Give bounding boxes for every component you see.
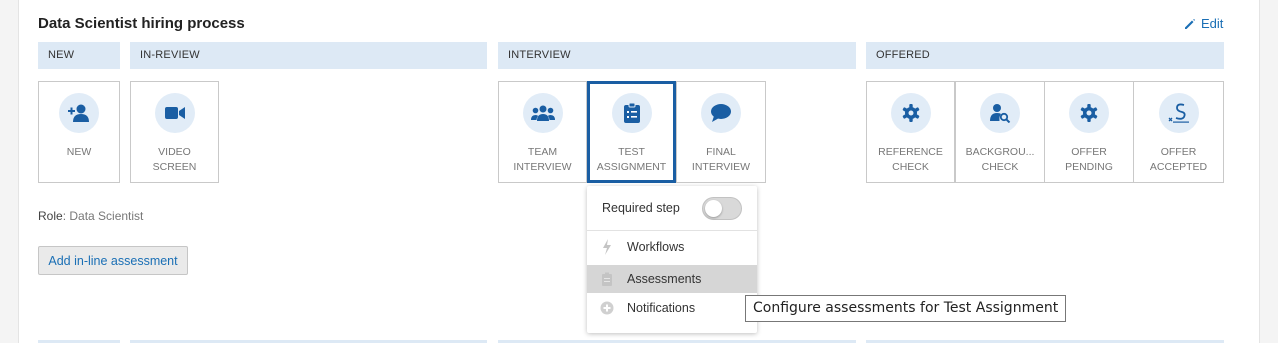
step-label: FINAL INTERVIEW: [691, 146, 751, 173]
menu-item-label: Notifications: [627, 301, 696, 315]
step-card-reference-check[interactable]: REFERENCE CHECK: [866, 81, 955, 183]
step-label: BACKGROU... CHECK: [965, 146, 1035, 173]
step-options-menu: Required step Workflows Assessments Noti…: [587, 186, 757, 333]
toggle-knob: [705, 200, 722, 217]
stage-header-offered: OFFERED: [866, 42, 1224, 69]
step-card-video-screen[interactable]: VIDEO SCREEN: [130, 81, 219, 183]
team-icon: [522, 93, 563, 133]
role-label: Role: [38, 209, 63, 223]
step-label: OFFER ACCEPTED: [1149, 146, 1208, 173]
step-card-background-check[interactable]: BACKGROU... CHECK: [955, 81, 1045, 183]
step-card-new[interactable]: NEW: [38, 81, 120, 183]
stage-header-new: NEW: [38, 42, 120, 69]
stage-header-in-review: IN-REVIEW: [130, 42, 487, 69]
stage-header-interview: INTERVIEW: [498, 42, 856, 69]
step-label: TEST ASSIGNMENT: [596, 146, 667, 173]
required-step-label: Required step: [602, 201, 680, 215]
gear-icon: [1069, 93, 1109, 133]
step-label: NEW: [66, 146, 92, 158]
menu-item-label: Workflows: [627, 240, 685, 254]
step-card-test-assignment[interactable]: TEST ASSIGNMENT: [587, 81, 676, 183]
menu-item-label: Assessments: [627, 272, 702, 286]
add-inline-assessment-button[interactable]: Add in-line assessment: [38, 246, 188, 275]
step-card-offer-pending[interactable]: OFFER PENDING: [1044, 81, 1134, 183]
signature-icon: [1158, 93, 1199, 133]
step-card-final-interview[interactable]: FINAL INTERVIEW: [676, 81, 766, 183]
step-label: REFERENCE CHECK: [878, 146, 943, 173]
gear-icon: [890, 93, 931, 133]
page-title: Data Scientist hiring process: [38, 15, 245, 32]
edit-label: Edit: [1201, 16, 1224, 31]
step-label: TEAM INTERVIEW: [513, 146, 572, 173]
lightning-icon: [587, 239, 627, 255]
pencil-icon: [1185, 18, 1195, 29]
assessments-tooltip: Configure assessments for Test Assignmen…: [745, 295, 1067, 322]
required-step-toggle[interactable]: [702, 197, 742, 220]
menu-item-workflows[interactable]: Workflows: [587, 233, 757, 261]
add-person-icon: [59, 93, 99, 133]
menu-item-notifications[interactable]: Notifications: [587, 294, 757, 322]
clipboard-icon: [587, 272, 627, 286]
role-text: Role: Data Scientist: [38, 209, 143, 223]
clipboard-list-icon: [611, 93, 652, 133]
person-search-icon: [980, 93, 1020, 133]
step-label: VIDEO SCREEN: [152, 146, 197, 173]
plus-circle-icon: [587, 301, 627, 315]
step-card-offer-accepted[interactable]: OFFER ACCEPTED: [1133, 81, 1224, 183]
chat-bubble-icon: [701, 93, 741, 133]
step-card-team-interview[interactable]: TEAM INTERVIEW: [498, 81, 587, 183]
step-label: OFFER PENDING: [1065, 146, 1113, 173]
menu-item-assessments[interactable]: Assessments: [587, 265, 757, 293]
video-camera-icon: [154, 93, 195, 133]
edit-button[interactable]: Edit: [1184, 16, 1223, 31]
role-value: : Data Scientist: [62, 209, 144, 223]
